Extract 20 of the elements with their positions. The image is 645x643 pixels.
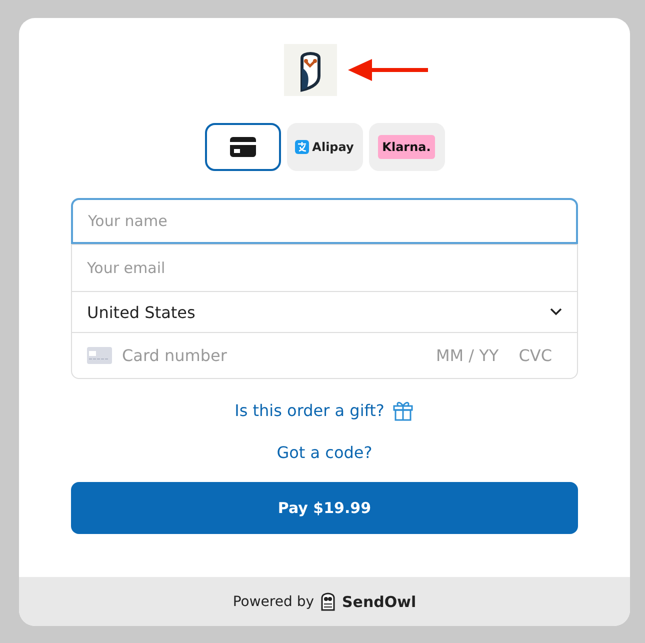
arrow-icon: [348, 58, 428, 82]
chevron-down-icon: [550, 308, 562, 316]
email-field[interactable]: Your email: [71, 244, 578, 291]
powered-by-text: Powered by: [232, 594, 314, 610]
payment-method-tab[interactable]: [204, 123, 280, 171]
klarna-logo: Klarna.: [378, 135, 435, 159]
code-link[interactable]: Got a code?: [276, 443, 372, 462]
owl-icon: [320, 592, 336, 612]
alipay-logo: Alipay: [295, 140, 354, 154]
country-select[interactable]: United States: [71, 291, 578, 332]
payment-method-tab[interactable]: Klarna.: [368, 123, 444, 171]
card-icon: [230, 137, 256, 157]
card-icon: [87, 347, 112, 364]
pay-button[interactable]: Pay $19.99: [71, 482, 578, 534]
name-field[interactable]: Your name: [71, 198, 578, 244]
owl-logo: [284, 44, 337, 96]
brand-name: SendOwl: [342, 592, 416, 610]
payment-method-tab[interactable]: Alipay: [286, 123, 362, 171]
gift-link[interactable]: Is this order a gift?: [234, 400, 384, 420]
gift-icon: [392, 399, 414, 421]
